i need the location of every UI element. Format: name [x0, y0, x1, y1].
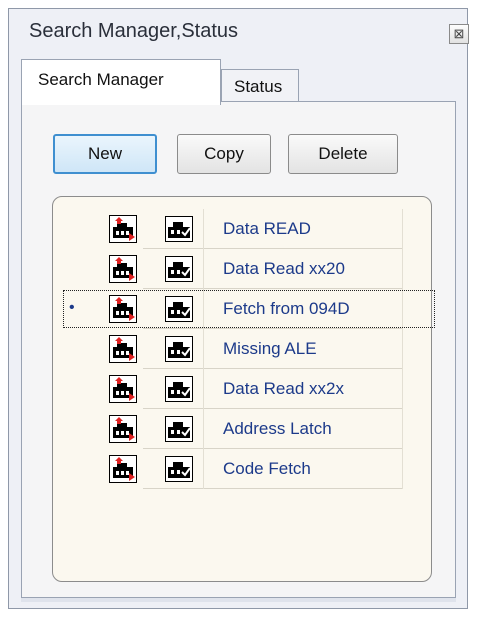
cell-divider — [402, 369, 403, 409]
window-title: Search Manager,Status — [29, 20, 239, 42]
cell-divider — [203, 329, 204, 369]
tab-search-manager[interactable]: Search Manager — [21, 59, 221, 105]
enable-search-icon[interactable] — [165, 456, 193, 482]
cell-divider — [203, 449, 204, 489]
close-icon: ⊠ — [453, 26, 465, 41]
cell-divider — [402, 249, 403, 289]
list-item-label: Data Read xx20 — [223, 259, 345, 278]
title-bar: Search Manager,Status ⊠ — [9, 9, 469, 53]
edit-search-icon[interactable] — [109, 375, 137, 403]
tab-search-manager-label: Search Manager — [38, 70, 164, 89]
list-item[interactable]: Missing ALE — [53, 329, 433, 369]
list-item-label: Address Latch — [223, 419, 332, 438]
enable-search-icon[interactable] — [165, 336, 193, 362]
cell-divider — [203, 209, 204, 249]
edit-search-icon[interactable] — [109, 215, 137, 243]
edit-search-icon[interactable] — [109, 255, 137, 283]
cell-divider — [402, 209, 403, 249]
enable-search-icon[interactable] — [165, 256, 193, 282]
list-item[interactable]: Data Read xx2x — [53, 369, 433, 409]
tab-row: Search Manager Status — [21, 59, 461, 105]
tab-content: New Copy Delete Data READ Data Read xx20… — [21, 101, 456, 598]
new-button[interactable]: New — [53, 134, 157, 174]
cell-divider — [203, 249, 204, 289]
cell-divider — [203, 409, 204, 449]
selection-bullet: • — [69, 299, 75, 316]
tab-status[interactable]: Status — [221, 69, 299, 103]
list-item-label: Code Fetch — [223, 459, 311, 478]
cell-divider — [402, 409, 403, 449]
list-item[interactable]: Data READ — [53, 209, 433, 249]
list-item[interactable]: Address Latch — [53, 409, 433, 449]
list-item[interactable]: Data Read xx20 — [53, 249, 433, 289]
cell-divider — [203, 369, 204, 409]
list-item-selected[interactable]: • Fetch from 094D — [53, 289, 435, 329]
list-item-label: Data Read xx2x — [223, 379, 344, 398]
list-item-label: Data READ — [223, 219, 311, 238]
list-item-label: Fetch from 094D — [223, 299, 350, 318]
enable-search-icon[interactable] — [165, 416, 193, 442]
edit-search-icon[interactable] — [109, 295, 137, 323]
search-list: Data READ Data Read xx20 • Fetch from 09… — [52, 196, 435, 582]
cell-divider — [402, 329, 403, 369]
enable-search-icon[interactable] — [165, 376, 193, 402]
list-item-label: Missing ALE — [223, 339, 317, 358]
panel-bottom-border — [21, 598, 456, 602]
search-manager-panel: Search Manager,Status ⊠ Search Manager S… — [8, 8, 469, 609]
copy-button[interactable]: Copy — [177, 134, 271, 174]
edit-search-icon[interactable] — [109, 335, 137, 363]
edit-search-icon[interactable] — [109, 415, 137, 443]
close-button[interactable]: ⊠ — [449, 24, 469, 44]
edit-search-icon[interactable] — [109, 455, 137, 483]
tab-status-label: Status — [234, 77, 283, 96]
enable-search-icon[interactable] — [165, 216, 193, 242]
cell-divider — [402, 449, 403, 489]
list-item[interactable]: Code Fetch — [53, 449, 433, 489]
enable-search-icon[interactable] — [165, 296, 193, 322]
delete-button[interactable]: Delete — [288, 134, 398, 174]
